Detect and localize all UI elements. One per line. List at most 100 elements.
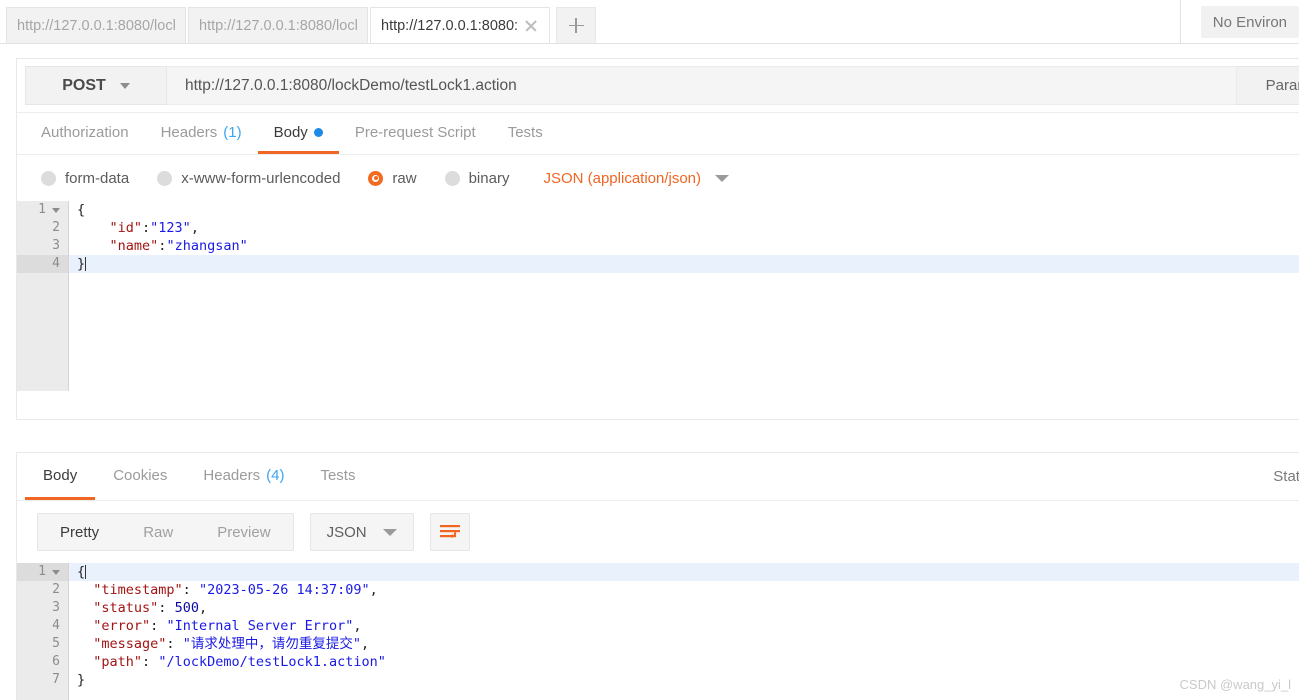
response-tab-label: Cookies (113, 466, 168, 484)
response-body-line[interactable]: 6 "path": "/lockDemo/testLock1.action" (17, 653, 1299, 671)
response-status: Status: 500 (1273, 453, 1299, 500)
response-body-line-text: "path": "/lockDemo/testLock1.action" (93, 654, 386, 670)
radio-icon[interactable] (444, 170, 460, 186)
request-tab-label: http://127.0.0.1:8080/lock (199, 17, 357, 34)
body-type-x-www-form-urlencoded[interactable]: x-www-form-urlencoded (157, 170, 340, 187)
plus-icon (568, 18, 584, 33)
request-subtab-label: Tests (507, 123, 543, 141)
request-tab-0[interactable]: http://127.0.0.1:8080/lock (6, 7, 186, 43)
url-row: POST http://127.0.0.1:8080/lockDemo/test… (17, 59, 1299, 113)
response-tab-headers[interactable]: Headers (4) (185, 453, 302, 500)
gutter-background (17, 689, 69, 700)
request-body-line[interactable]: 4} (17, 255, 1299, 273)
response-body-line[interactable]: 3 "status": 500, (17, 599, 1299, 617)
request-subtab-pre-request-script[interactable]: Pre-request Script (339, 113, 492, 154)
request-subtab-headers[interactable]: Headers (1) (145, 113, 258, 154)
line-number-text: 5 (52, 636, 60, 651)
response-body-editor[interactable]: 1{2 "timestamp": "2023-05-26 14:37:09", 3… (17, 563, 1299, 700)
environment-label: No Environ (1200, 6, 1299, 38)
body-type-label: form-data (65, 169, 130, 187)
line-number: 4 (17, 255, 69, 273)
line-number: 2 (17, 581, 69, 599)
response-body-line-text: "error": "Internal Server Error", (93, 618, 362, 634)
response-tabs: Body Cookies Headers (4) Tests (17, 453, 1299, 501)
request-body-line-text: { (77, 202, 86, 218)
response-toolbar: Pretty Raw Preview JSON (17, 501, 1299, 563)
line-number: 3 (17, 599, 69, 617)
response-body-line-text: "message": "请求处理中，请勿重复提交", (93, 636, 370, 652)
request-tab-label: http://127.0.0.1:8080:808 (381, 17, 517, 34)
request-tab-2[interactable]: http://127.0.0.1:8080:808 (370, 7, 550, 43)
request-body-line[interactable]: 3 "name": "zhangsan" (17, 237, 1299, 255)
response-tab-label: Body (43, 466, 78, 484)
body-type-binary[interactable]: binary (444, 170, 509, 187)
radio-icon[interactable] (41, 170, 56, 186)
request-subtab-body[interactable]: Body (257, 113, 339, 154)
body-type-form-data[interactable]: form-data (41, 170, 129, 187)
request-subtab-label: Headers (160, 123, 218, 141)
response-body-line[interactable]: 1{ (17, 563, 1299, 581)
request-body-line-text: "id": "123", (109, 220, 199, 236)
modified-dot-icon (313, 127, 323, 137)
request-subtab-authorization[interactable]: Authorization (25, 113, 145, 154)
response-body-line[interactable]: 7} (17, 671, 1299, 689)
watermark: CSDN @wang_yi_l (1179, 677, 1291, 692)
text-caret (85, 565, 87, 579)
view-mode-pretty[interactable]: Pretty (38, 514, 121, 550)
line-number: 3 (17, 237, 69, 255)
text-caret (85, 257, 87, 271)
response-tab-body[interactable]: Body (25, 453, 96, 500)
params-label: Params (1265, 77, 1299, 94)
line-number-text: 4 (52, 256, 60, 271)
line-number-text: 3 (52, 600, 60, 615)
response-body-line[interactable]: 2 "timestamp": "2023-05-26 14:37:09", (17, 581, 1299, 599)
body-type-row: form-data x-www-form-urlencoded raw binary J… (17, 155, 1299, 201)
response-format-dropdown[interactable]: JSON (309, 513, 414, 551)
request-subtab-label: Pre-request Script (354, 123, 476, 141)
environment-selector[interactable]: No Environ (1179, 0, 1299, 44)
response-body-line[interactable]: 5 "message": "请求处理中，请勿重复提交", (17, 635, 1299, 653)
request-tab-1[interactable]: http://127.0.0.1:8080/lock (188, 7, 368, 43)
line-number-text: 4 (52, 618, 60, 633)
response-tab-cookies[interactable]: Cookies (95, 453, 185, 500)
line-number: 7 (17, 671, 69, 689)
new-tab-button[interactable] (556, 7, 596, 43)
params-button[interactable]: Params (1237, 66, 1299, 105)
request-subtab-label: Body (273, 123, 308, 141)
response-body-line-text: "timestamp": "2023-05-26 14:37:09", (93, 582, 378, 598)
line-number-text: 6 (52, 654, 60, 669)
line-number-text: 7 (52, 672, 60, 687)
view-mode-raw[interactable]: Raw (121, 514, 195, 550)
body-type-raw[interactable]: raw (368, 170, 417, 187)
request-body-line[interactable]: 1{ (17, 201, 1299, 219)
line-number-text: 1 (38, 564, 46, 579)
close-icon[interactable] (523, 18, 539, 34)
response-panel: Body Cookies Headers (4) Tests Status: 500 P… (16, 452, 1299, 700)
request-body-line[interactable]: 2 "id": "123", (17, 219, 1299, 237)
tab-list: http://127.0.0.1:8080/lock http://127.0.0… (0, 0, 552, 43)
view-mode-preview[interactable]: Preview (195, 514, 292, 550)
http-method-dropdown[interactable]: POST (25, 66, 167, 105)
postman-window: http://127.0.0.1:8080/lock http://127.0.0… (0, 0, 1299, 700)
line-number-text: 2 (52, 220, 60, 235)
request-body-editor[interactable]: 1{2 "id": "123", 3 "name": "zhangsan" 4} (17, 201, 1299, 391)
word-wrap-icon (439, 525, 460, 539)
line-number: 1 (17, 563, 69, 581)
raw-format-dropdown[interactable]: JSON (application/json) (543, 170, 730, 187)
response-tab-tests[interactable]: Tests (302, 453, 373, 500)
radio-icon[interactable] (368, 170, 384, 186)
radio-icon[interactable] (157, 170, 173, 186)
response-body-line[interactable]: 4 "error": "Internal Server Error", (17, 617, 1299, 635)
url-input[interactable]: http://127.0.0.1:8080/lockDemo/testLock1… (167, 66, 1237, 105)
chevron-down-icon (382, 528, 397, 536)
line-number: 6 (17, 653, 69, 671)
fold-arrow-icon[interactable] (52, 569, 60, 575)
response-body-line-text: } (77, 672, 86, 688)
fold-arrow-icon[interactable] (52, 207, 60, 213)
word-wrap-button[interactable] (429, 513, 470, 551)
response-body-line-text: { (77, 564, 87, 580)
request-subtab-tests[interactable]: Tests (492, 113, 559, 154)
line-number: 4 (17, 617, 69, 635)
response-format-label: JSON (326, 523, 367, 541)
request-tab-strip: http://127.0.0.1:8080/lock http://127.0.0… (0, 0, 1299, 44)
